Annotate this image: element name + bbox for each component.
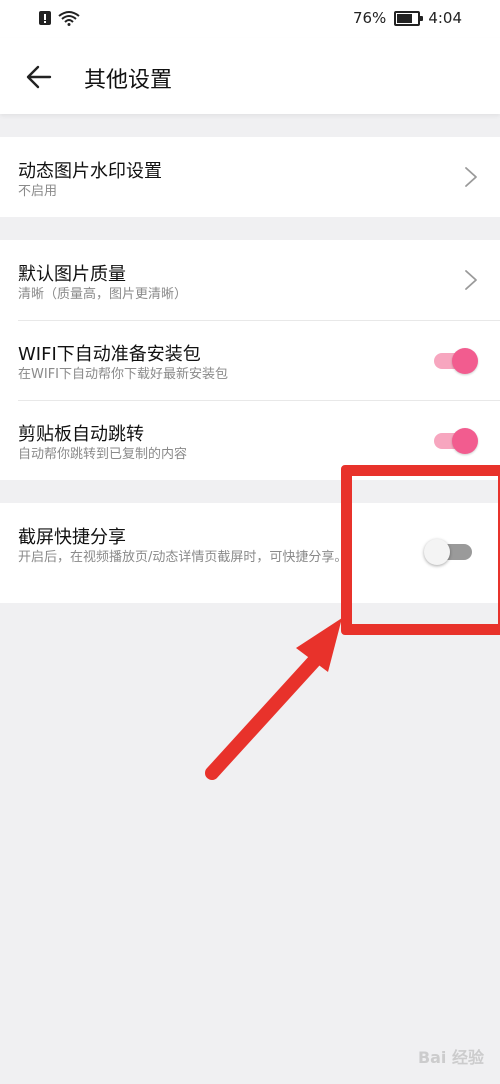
- annotation-arrow: [205, 618, 342, 780]
- watermark: Bai 经验: [417, 1048, 484, 1067]
